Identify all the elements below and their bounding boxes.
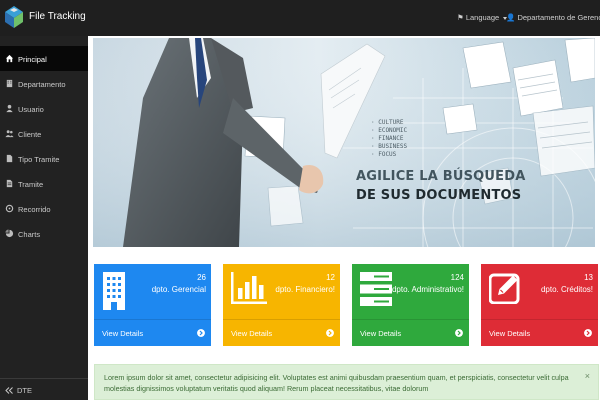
language-label: Language [465,13,500,22]
view-details-link[interactable]: View Details [231,329,272,338]
language-menu[interactable]: ⚑ Language [457,13,508,22]
stat-panel-creditos[interactable]: 13 dpto. Créditos! View Details [481,264,598,346]
sidebar: Principal Departamento Usuario Cliente T… [0,36,88,400]
edit-icon [489,273,520,304]
flag-icon: ⚑ [457,13,464,22]
view-details-link[interactable]: View Details [360,329,401,338]
user-menu[interactable]: 👤 Departamento de Gerencia [506,13,600,22]
hero-banner: · CULTURE · ECONOMIC · FINANCE · BUSINES… [93,38,595,247]
sidebar-item-label: Usuario [18,105,44,114]
panel-count: 13 [584,273,593,282]
panel-label: dpto. Administrativo! [391,285,464,294]
panel-label: dpto. Gerencial [151,285,206,294]
arrow-circle-right-icon[interactable] [455,329,463,337]
close-icon[interactable]: × [585,371,590,382]
svg-text:· CULTURE: · CULTURE [371,119,404,126]
sidebar-item-departamento[interactable]: Departamento [0,71,88,96]
svg-text:· ECONOMIC: · ECONOMIC [371,127,408,134]
stat-panel-financiero[interactable]: 12 dpto. Financiero! View Details [223,264,340,346]
stat-panel-gerencial[interactable]: 26 dpto. Gerencial View Details [94,264,211,346]
main-content: · CULTURE · ECONOMIC · FINANCE · BUSINES… [88,36,600,400]
sidebar-item-label: Departamento [18,80,66,89]
banner-headline-line1: AGILICE LA BÚSQUEDA [356,169,526,184]
sidebar-item-label: Tramite [18,180,44,189]
arrow-circle-right-icon[interactable] [584,329,592,337]
panel-label: dpto. Créditos! [540,285,593,294]
sidebar-item-principal[interactable]: Principal [0,46,88,71]
svg-text:· FINANCE: · FINANCE [371,135,404,142]
view-details-link[interactable]: View Details [489,329,530,338]
building-icon [6,79,13,88]
sidebar-item-label: Cliente [18,130,42,139]
user-icon: 👤 [506,13,516,22]
sidebar-item-tipo-tramite[interactable]: Tipo Tramite [0,146,88,171]
panel-label: dpto. Financiero! [275,285,335,294]
user-icon [6,104,13,113]
sidebar-item-label: Tipo Tramite [18,155,60,164]
sidebar-item-charts[interactable]: Charts [0,221,88,246]
chart-icon [5,229,14,238]
document-icon [6,179,13,188]
view-details-link[interactable]: View Details [102,329,143,338]
sidebar-item-label: Charts [18,230,41,239]
app-title[interactable]: File Tracking [29,11,86,22]
sidebar-footer-label: DTE [17,386,32,395]
panel-count: 12 [326,273,335,282]
top-navbar: File Tracking ⚑ Language 👤 Departamento … [0,0,600,36]
logo-icon [5,6,23,28]
panel-divider [481,319,598,320]
sidebar-item-label: Principal [18,55,47,64]
bar-chart-icon [231,272,267,304]
users-icon [5,130,14,138]
panel-count: 26 [197,273,206,282]
sidebar-item-recorrido[interactable]: Recorrido [0,196,88,221]
hero-banner-image: · CULTURE · ECONOMIC · FINANCE · BUSINES… [93,38,595,247]
sidebar-item-tramite[interactable]: Tramite [0,171,88,196]
home-icon [5,54,14,63]
sidebar-item-label: Recorrido [18,205,51,214]
arrow-circle-right-icon[interactable] [326,329,334,337]
panel-divider [223,319,340,320]
panel-count: 124 [450,273,464,282]
svg-text:· BUSINESS: · BUSINESS [371,143,408,150]
success-alert: Lorem ipsum dolor sit amet, consectetur … [94,364,599,400]
panel-divider [94,319,211,320]
user-menu-label: Departamento de Gerencia [517,13,600,22]
double-chevron-left-icon [5,387,13,394]
alert-text: Lorem ipsum dolor sit amet, consectetur … [104,373,569,393]
sidebar-item-usuario[interactable]: Usuario [0,96,88,121]
server-icon [360,272,392,306]
sidebar-item-cliente[interactable]: Cliente [0,121,88,146]
panel-divider [352,319,469,320]
building-icon [103,272,125,310]
sidebar-collapse-toggle[interactable]: DTE [0,378,88,400]
banner-headline-line2: DE SUS DOCUMENTOS [356,188,522,203]
file-icon [6,154,13,163]
route-icon [5,204,14,213]
svg-text:· FOCUS: · FOCUS [371,151,397,158]
arrow-circle-right-icon[interactable] [197,329,205,337]
stat-panel-administrativo[interactable]: 124 dpto. Administrativo! View Details [352,264,469,346]
